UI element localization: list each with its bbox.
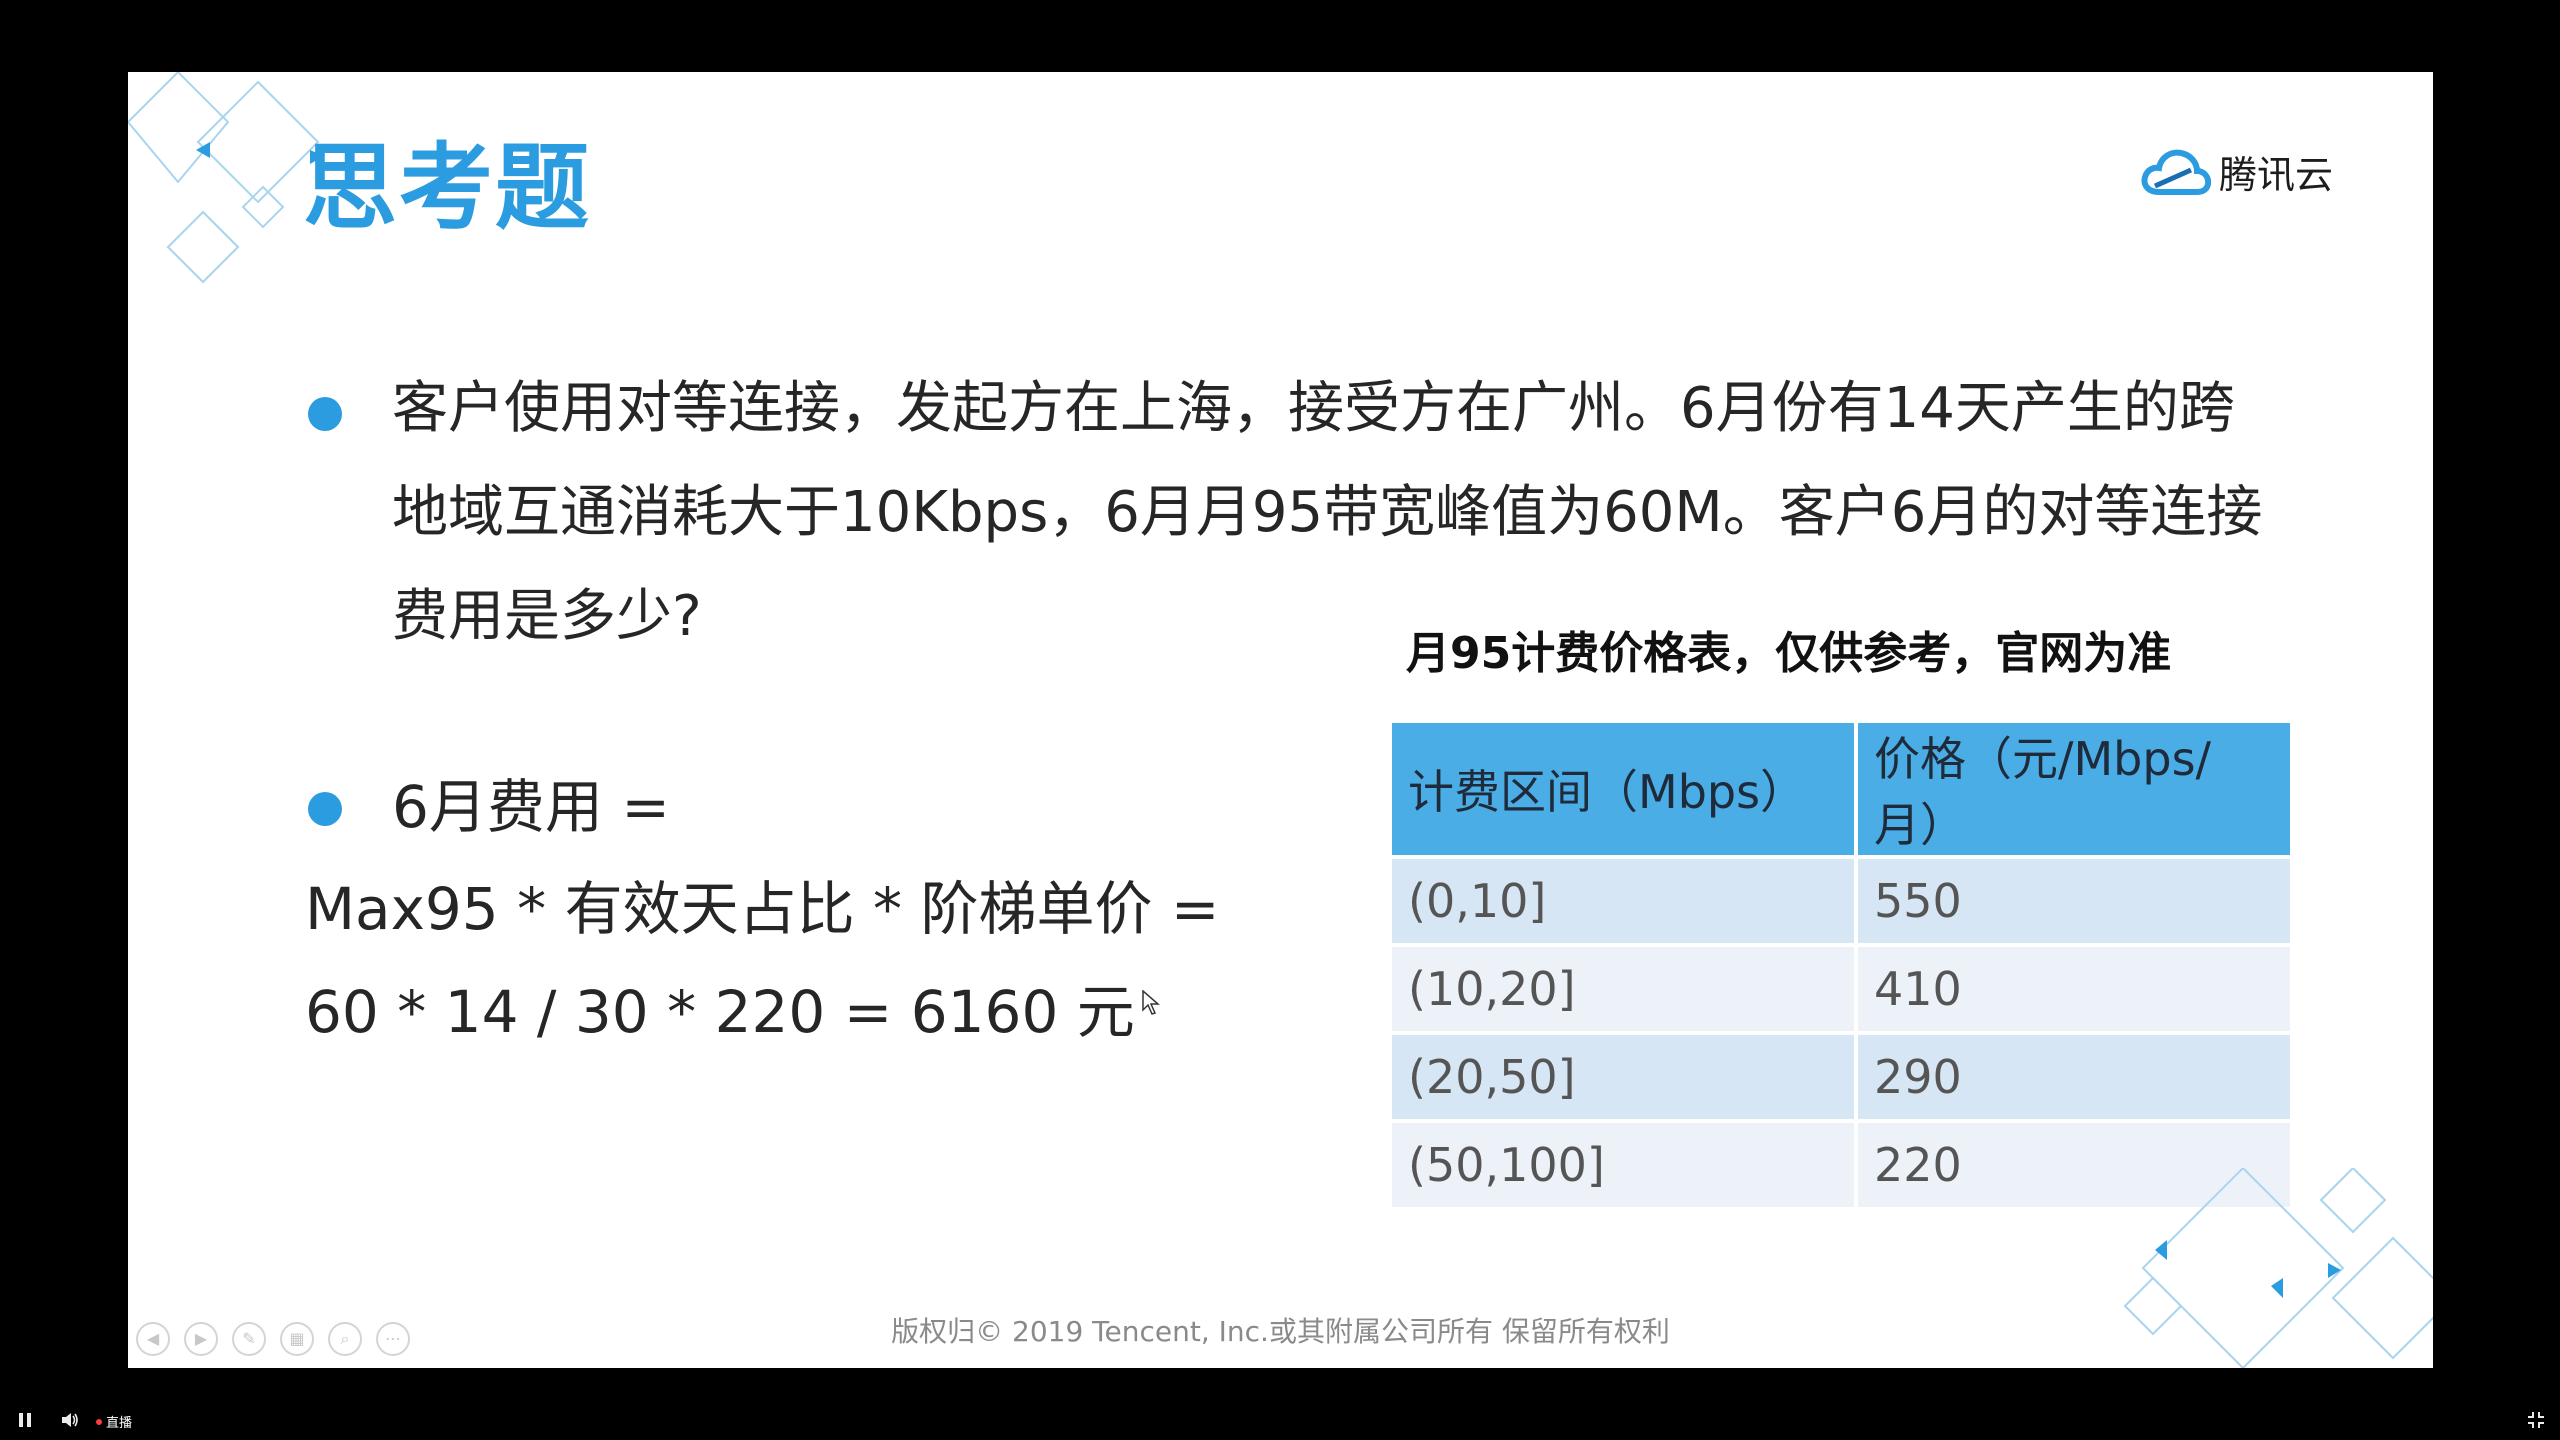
- table-row: (10,20] 410: [1388, 943, 2294, 1035]
- column-header-price: 价格（元/Mbps/月）: [1854, 719, 2294, 859]
- fullscreen-icon[interactable]: [2526, 1410, 2546, 1430]
- cell-range: (0,10]: [1388, 855, 1858, 947]
- cell-price: 410: [1854, 943, 2294, 1035]
- column-header-range: 计费区间（Mbps）: [1388, 719, 1858, 859]
- table-row: (0,10] 550: [1388, 855, 2294, 947]
- answer-bullet: 6月费用 =: [308, 752, 670, 862]
- screen: 思考题 腾讯云 客户使用对等连接，发起方在上海，接受方在广州。6月份有14天产生…: [0, 0, 2560, 1440]
- presentation-slide: 思考题 腾讯云 客户使用对等连接，发起方在上海，接受方在广州。6月份有14天产生…: [128, 72, 2433, 1368]
- logo-text: 腾讯云: [2218, 153, 2333, 197]
- bullet-dot: [308, 792, 342, 826]
- slide-controls: ◀ ▶ ✎ ▦ ⌕ ⋯: [136, 1322, 410, 1356]
- cell-range: (10,20]: [1388, 943, 1858, 1035]
- cell-range: (50,100]: [1388, 1119, 1858, 1211]
- table-row: (20,50] 290: [1388, 1031, 2294, 1123]
- next-slide-icon[interactable]: ▶: [184, 1322, 218, 1356]
- volume-icon[interactable]: [60, 1410, 80, 1430]
- cell-price: 290: [1854, 1031, 2294, 1123]
- tencent-cloud-logo: 腾讯云: [2141, 144, 2333, 199]
- slide-title: 思考题: [303, 134, 592, 243]
- live-label: 直播: [106, 1416, 133, 1431]
- answer-line-1: 6月费用 =: [392, 773, 670, 841]
- decorative-diamonds-top-left: [128, 72, 324, 284]
- cell-price: 550: [1854, 855, 2294, 947]
- answer-calculation: 60 * 14 / 30 * 220 = 6160 元: [305, 978, 1135, 1046]
- price-table: 计费区间（Mbps） 价格（元/Mbps/月） (0,10] 550 (10,2…: [1388, 719, 2294, 1211]
- copyright-notice: 版权归© 2019 Tencent, Inc.或其附属公司所有 保留所有权利: [891, 1315, 1670, 1348]
- player-control-bar: 直播: [0, 1400, 2560, 1440]
- prev-slide-icon[interactable]: ◀: [136, 1322, 170, 1356]
- cell-range: (20,50]: [1388, 1031, 1858, 1123]
- live-badge: 直播: [96, 1412, 132, 1431]
- live-indicator-dot: [96, 1418, 102, 1425]
- mouse-cursor-icon: [1142, 990, 1160, 1015]
- more-options-icon[interactable]: ⋯: [376, 1322, 410, 1356]
- zoom-icon[interactable]: ⌕: [328, 1322, 362, 1356]
- slides-grid-icon[interactable]: ▦: [280, 1322, 314, 1356]
- pause-icon[interactable]: [16, 1411, 34, 1429]
- bullet-dot: [308, 397, 342, 431]
- table-header-row: 计费区间（Mbps） 价格（元/Mbps/月）: [1388, 719, 2294, 859]
- pen-icon[interactable]: ✎: [232, 1322, 266, 1356]
- answer-formula: Max95 * 有效天占比 * 阶梯单价 =: [305, 875, 1220, 943]
- table-title: 月95计费价格表，仅供参考，官网为准: [1406, 628, 2172, 679]
- cloud-logo-icon: [2141, 149, 2211, 195]
